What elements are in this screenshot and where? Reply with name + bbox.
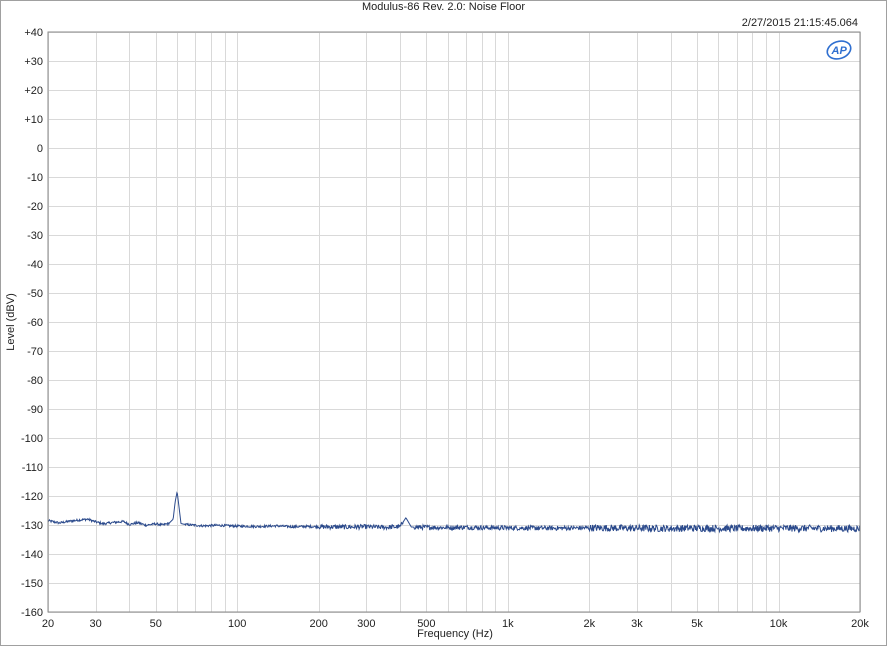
- x-tick-label: 5k: [691, 618, 703, 630]
- y-tick-label: -110: [22, 462, 43, 474]
- x-tick-label: 500: [417, 618, 435, 630]
- data-point: [670, 528, 672, 530]
- y-tick-label: 0: [37, 143, 43, 155]
- data-point: [411, 526, 413, 528]
- data-point: [276, 525, 278, 527]
- data-point: [69, 520, 71, 522]
- data-point: [113, 522, 115, 524]
- x-tick-label: 200: [309, 618, 327, 630]
- y-tick-label: -140: [21, 549, 43, 561]
- x-tick-label: 20: [42, 618, 54, 630]
- x-tick-label: 20k: [851, 618, 869, 630]
- data-point: [174, 501, 176, 503]
- data-point: [399, 526, 401, 528]
- data-point: [123, 521, 125, 523]
- data-point: [778, 527, 780, 529]
- data-point: [384, 527, 386, 529]
- data-point: [217, 524, 219, 526]
- data-point: [155, 523, 157, 525]
- x-tick-label: 100: [228, 618, 246, 630]
- data-point: [465, 527, 467, 529]
- y-tick-label: -60: [27, 317, 43, 329]
- data-point: [447, 527, 449, 529]
- y-tick-label: -160: [21, 607, 43, 619]
- y-tick-label: -130: [21, 520, 43, 532]
- data-point: [318, 526, 320, 528]
- y-tick-label: -20: [27, 201, 43, 213]
- data-point: [481, 527, 483, 529]
- data-point: [137, 522, 139, 524]
- data-point: [58, 522, 60, 524]
- data-point: [825, 528, 827, 530]
- data-point: [426, 527, 428, 529]
- data-point: [203, 525, 205, 527]
- data-point: [172, 518, 174, 520]
- x-tick-label: 3k: [631, 618, 643, 630]
- data-point: [555, 527, 557, 529]
- x-tick-label: 50: [150, 618, 162, 630]
- y-tick-label: -120: [21, 491, 43, 503]
- data-point: [507, 527, 509, 529]
- x-tick-label: 30: [90, 618, 102, 630]
- y-tick-label: -90: [27, 404, 43, 416]
- y-tick-label: +10: [24, 114, 43, 126]
- data-point: [292, 526, 294, 528]
- y-tick-label: -50: [27, 288, 43, 300]
- data-point: [95, 521, 97, 523]
- data-point: [366, 526, 368, 528]
- data-point: [696, 527, 698, 529]
- y-axis-ticks: +40 +30 +20 +10 0 -10 -20 -30 -40 -50 -60 -70 -80 -90…: [21, 27, 43, 619]
- data-point: [176, 491, 178, 493]
- data-point: [236, 525, 238, 527]
- y-tick-label: -150: [21, 578, 43, 590]
- x-axis-ticks: 20 30 50 100 200 300 500 1k 2k 3k 5k 10k 20k: [42, 618, 869, 630]
- data-point: [736, 528, 738, 530]
- data-point: [344, 526, 346, 528]
- data-point: [178, 507, 180, 509]
- x-tick-label: 1k: [502, 618, 514, 630]
- data-point: [305, 526, 307, 528]
- data-point: [168, 522, 170, 524]
- y-tick-label: +40: [24, 27, 43, 39]
- y-tick-label: +20: [24, 85, 43, 97]
- y-tick-label: -80: [27, 375, 43, 387]
- data-point: [145, 524, 147, 526]
- data-point: [184, 524, 186, 526]
- data-point: [162, 524, 164, 526]
- y-tick-label: -70: [27, 346, 43, 358]
- y-tick-label: -10: [27, 172, 43, 184]
- data-point: [636, 527, 638, 529]
- data-point: [405, 517, 407, 519]
- data-point: [180, 523, 182, 525]
- y-tick-label: -30: [27, 230, 43, 242]
- series-line: [47, 491, 861, 534]
- data-point: [191, 524, 193, 526]
- x-tick-label: 10k: [770, 618, 788, 630]
- data-point: [258, 526, 260, 528]
- x-tick-label: 2k: [584, 618, 596, 630]
- y-tick-label: -40: [27, 259, 43, 271]
- data-point: [87, 518, 89, 520]
- data-point: [129, 524, 131, 526]
- data-point: [102, 523, 104, 525]
- x-tick-label: 300: [357, 618, 375, 630]
- data-point: [589, 527, 591, 529]
- noise-floor-plot: +40 +30 +20 +10 0 -10 -20 -30 -40 -50 -60 -70 -80 -90…: [21, 27, 869, 630]
- data-point: [78, 519, 80, 521]
- y-tick-label: -100: [21, 433, 43, 445]
- y-tick-label: +30: [24, 56, 43, 68]
